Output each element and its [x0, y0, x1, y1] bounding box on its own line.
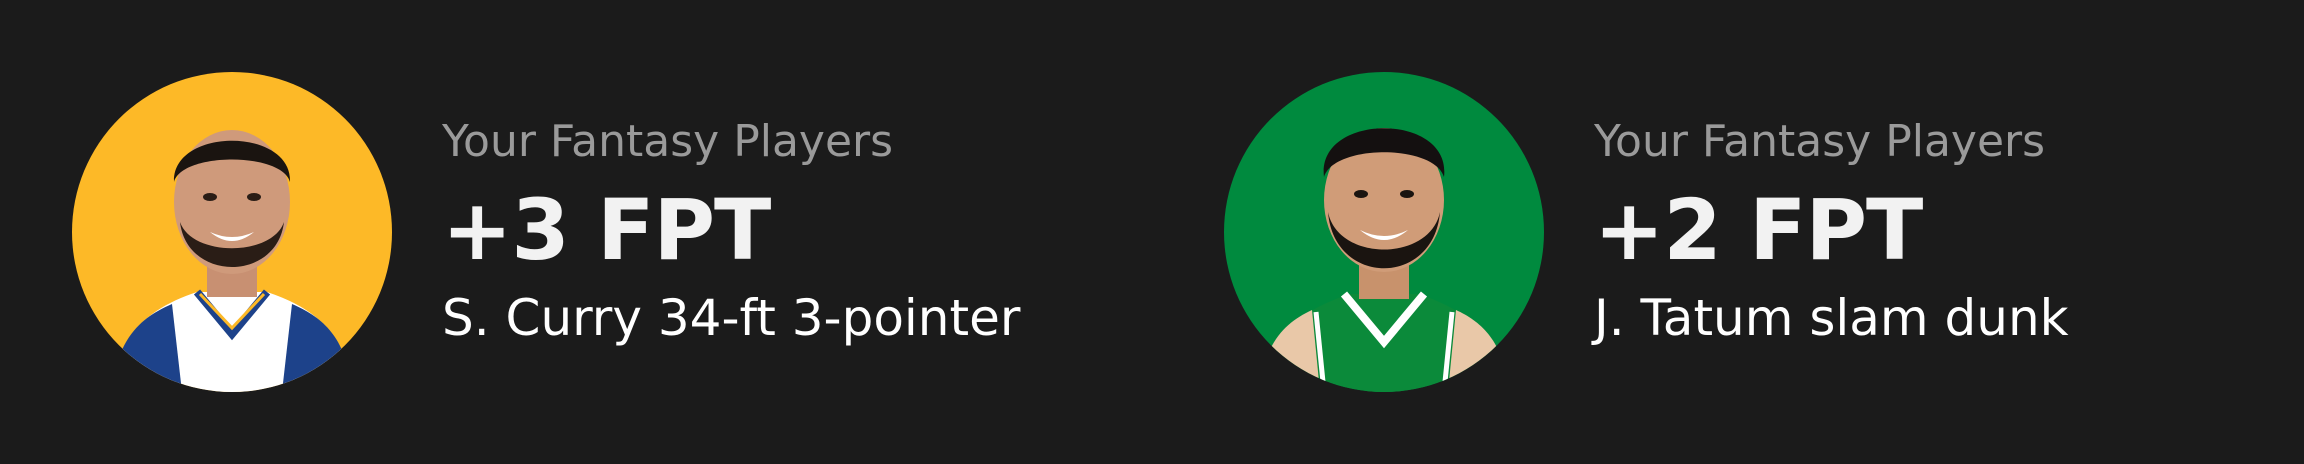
notification-label: Your Fantasy Players: [442, 116, 894, 167]
fantasy-notification-card[interactable]: Your Fantasy Players +2 FPT J. Tatum sla…: [1224, 72, 2069, 392]
player-headshot-icon: [72, 72, 392, 392]
player-avatar: [72, 72, 392, 392]
notification-text: Your Fantasy Players +3 FPT S. Curry 34-…: [442, 116, 1020, 348]
player-avatar: [1224, 72, 1544, 392]
fantasy-notification-card[interactable]: Your Fantasy Players +3 FPT S. Curry 34-…: [72, 72, 1020, 392]
notification-text: Your Fantasy Players +2 FPT J. Tatum sla…: [1594, 116, 2069, 348]
notification-label: Your Fantasy Players: [1594, 116, 2046, 167]
play-description: J. Tatum slam dunk: [1594, 289, 2069, 347]
player-headshot-icon: [1224, 72, 1544, 392]
fantasy-points: +2 FPT: [1594, 181, 1923, 279]
play-description: S. Curry 34-ft 3-pointer: [442, 289, 1021, 347]
fantasy-points: +3 FPT: [442, 181, 771, 279]
